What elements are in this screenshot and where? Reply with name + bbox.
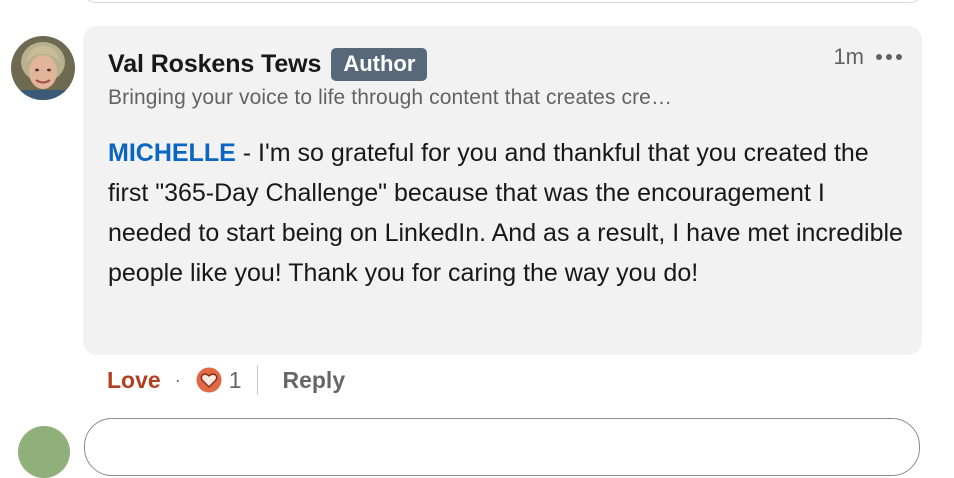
previous-comment-card [82,0,924,3]
author-row: Val Roskens Tews Author [108,47,428,81]
avatar-image [11,36,75,100]
author-name[interactable]: Val Roskens Tews [108,50,321,79]
reaction-count[interactable]: 1 [229,367,242,394]
mention-link[interactable]: MICHELLE [108,139,236,167]
reply-button[interactable]: Reply [282,367,345,394]
reply-input[interactable] [84,418,920,476]
current-user-avatar [18,426,70,478]
avatar[interactable] [11,36,75,100]
author-badge: Author [331,47,428,81]
love-button[interactable]: Love [107,367,161,394]
comment-text: MICHELLE - I'm so grateful for you and t… [108,133,908,293]
comment-meta: 1m [833,44,904,70]
actions-divider [257,365,259,395]
ellipsis-horizontal-icon[interactable] [874,45,904,69]
separator-dot: · [174,369,181,390]
timestamp: 1m [833,44,864,69]
comment-bubble: Val Roskens Tews Author 1m Bringing your… [83,26,922,355]
author-headline: Bringing your voice to life through cont… [108,86,673,109]
comment-actions: Love · 1 Reply [107,362,345,398]
love-reaction-icon[interactable] [195,366,223,394]
